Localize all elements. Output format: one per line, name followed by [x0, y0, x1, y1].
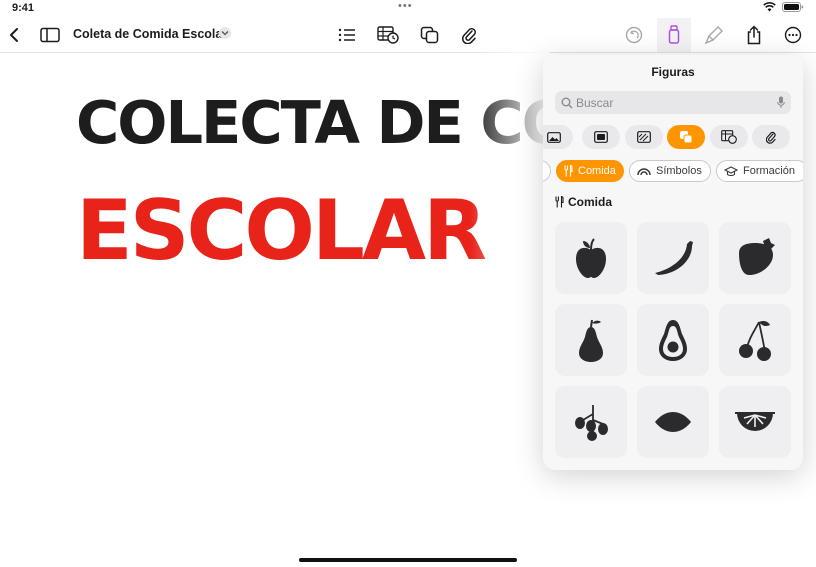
shape-tile-orange-slice[interactable] [719, 386, 791, 458]
photo-icon [547, 131, 561, 143]
document-heading-line2[interactable]: ESCOLAR [76, 182, 487, 279]
gallery-icon [594, 131, 608, 143]
more-options-icon[interactable] [781, 23, 805, 47]
pear-icon [579, 319, 603, 362]
category-chip-previous[interactable] [543, 160, 551, 182]
graduation-cap-icon [724, 165, 738, 176]
list-icon[interactable] [335, 23, 359, 47]
search-placeholder: Buscar [576, 96, 614, 110]
back-chevron-icon[interactable] [2, 23, 26, 47]
shape-tile-apple[interactable] [555, 222, 627, 294]
fork-knife-icon [555, 196, 564, 208]
shape-tile-strawberry[interactable] [719, 222, 791, 294]
avocado-icon [659, 320, 687, 361]
shapes-popover: Figuras Buscar Comida Símbolos Formación… [543, 55, 803, 470]
pattern-icon [637, 131, 651, 143]
section-title: Comida [568, 195, 613, 209]
shape-tile-cherries[interactable] [719, 304, 791, 376]
orange-slice-icon [735, 412, 775, 431]
category-label: Comida [578, 165, 616, 177]
rainbow-icon [637, 167, 651, 175]
category-chips: Comida Símbolos Formación [543, 160, 803, 182]
microphone-icon[interactable] [777, 96, 785, 109]
olives-icon [575, 405, 608, 441]
category-chip-comida[interactable]: Comida [556, 160, 624, 182]
undo-icon[interactable] [622, 23, 646, 47]
section-header: Comida [555, 195, 612, 209]
category-label: Formación [743, 165, 795, 177]
table-clock-icon [721, 130, 737, 144]
shape-tile-pear[interactable] [555, 304, 627, 376]
sidebar-toggle-icon[interactable] [38, 23, 62, 47]
apple-icon [576, 238, 606, 278]
category-label: Símbolos [656, 165, 702, 177]
battery-icon [782, 2, 804, 12]
shape-tile-olives[interactable] [555, 386, 627, 458]
segment-shapes[interactable] [667, 125, 705, 149]
segment-photos[interactable] [543, 125, 573, 149]
banana-icon [655, 241, 693, 275]
status-time: 9:41 [12, 2, 35, 14]
cherries-icon [739, 321, 771, 361]
category-chip-simbolos[interactable]: Símbolos [629, 160, 711, 182]
shape-tile-avocado[interactable] [637, 304, 709, 376]
search-icon [561, 97, 573, 109]
multitasking-dots-icon[interactable]: ••• [398, 0, 413, 12]
status-right [763, 2, 804, 12]
media-type-segments [543, 125, 803, 149]
table-insert-icon[interactable] [376, 23, 400, 47]
pencil-tool-icon[interactable] [702, 23, 726, 47]
shape-insert-icon[interactable] [418, 23, 442, 47]
home-indicator[interactable] [299, 558, 517, 562]
segment-gallery[interactable] [582, 125, 620, 149]
shape-tile-banana[interactable] [637, 222, 709, 294]
segment-pattern[interactable] [625, 125, 663, 149]
popover-title: Figuras [651, 65, 695, 79]
share-icon[interactable] [742, 23, 766, 47]
format-brush-icon[interactable] [662, 23, 686, 47]
status-bar: 9:41 ••• [0, 0, 816, 18]
title-menu-chevron-icon[interactable] [219, 27, 231, 39]
shapes-search-input[interactable]: Buscar [555, 91, 791, 114]
paperclip-icon[interactable] [457, 23, 481, 47]
paperclip-icon [766, 131, 776, 144]
popover-shadow-fade [470, 52, 550, 492]
toolbar: Coleta de Comida Escolar [0, 18, 816, 53]
wifi-icon [763, 2, 776, 12]
lemon-icon [655, 412, 691, 432]
segment-table[interactable] [710, 125, 748, 149]
strawberry-icon [739, 238, 775, 275]
category-chip-formacion[interactable]: Formación [716, 160, 803, 182]
segment-attachments[interactable] [752, 125, 790, 149]
shapes-icon [680, 131, 693, 144]
document-title[interactable]: Coleta de Comida Escolar [73, 27, 227, 41]
fork-knife-icon [564, 165, 573, 177]
shape-tile-lemon[interactable] [637, 386, 709, 458]
